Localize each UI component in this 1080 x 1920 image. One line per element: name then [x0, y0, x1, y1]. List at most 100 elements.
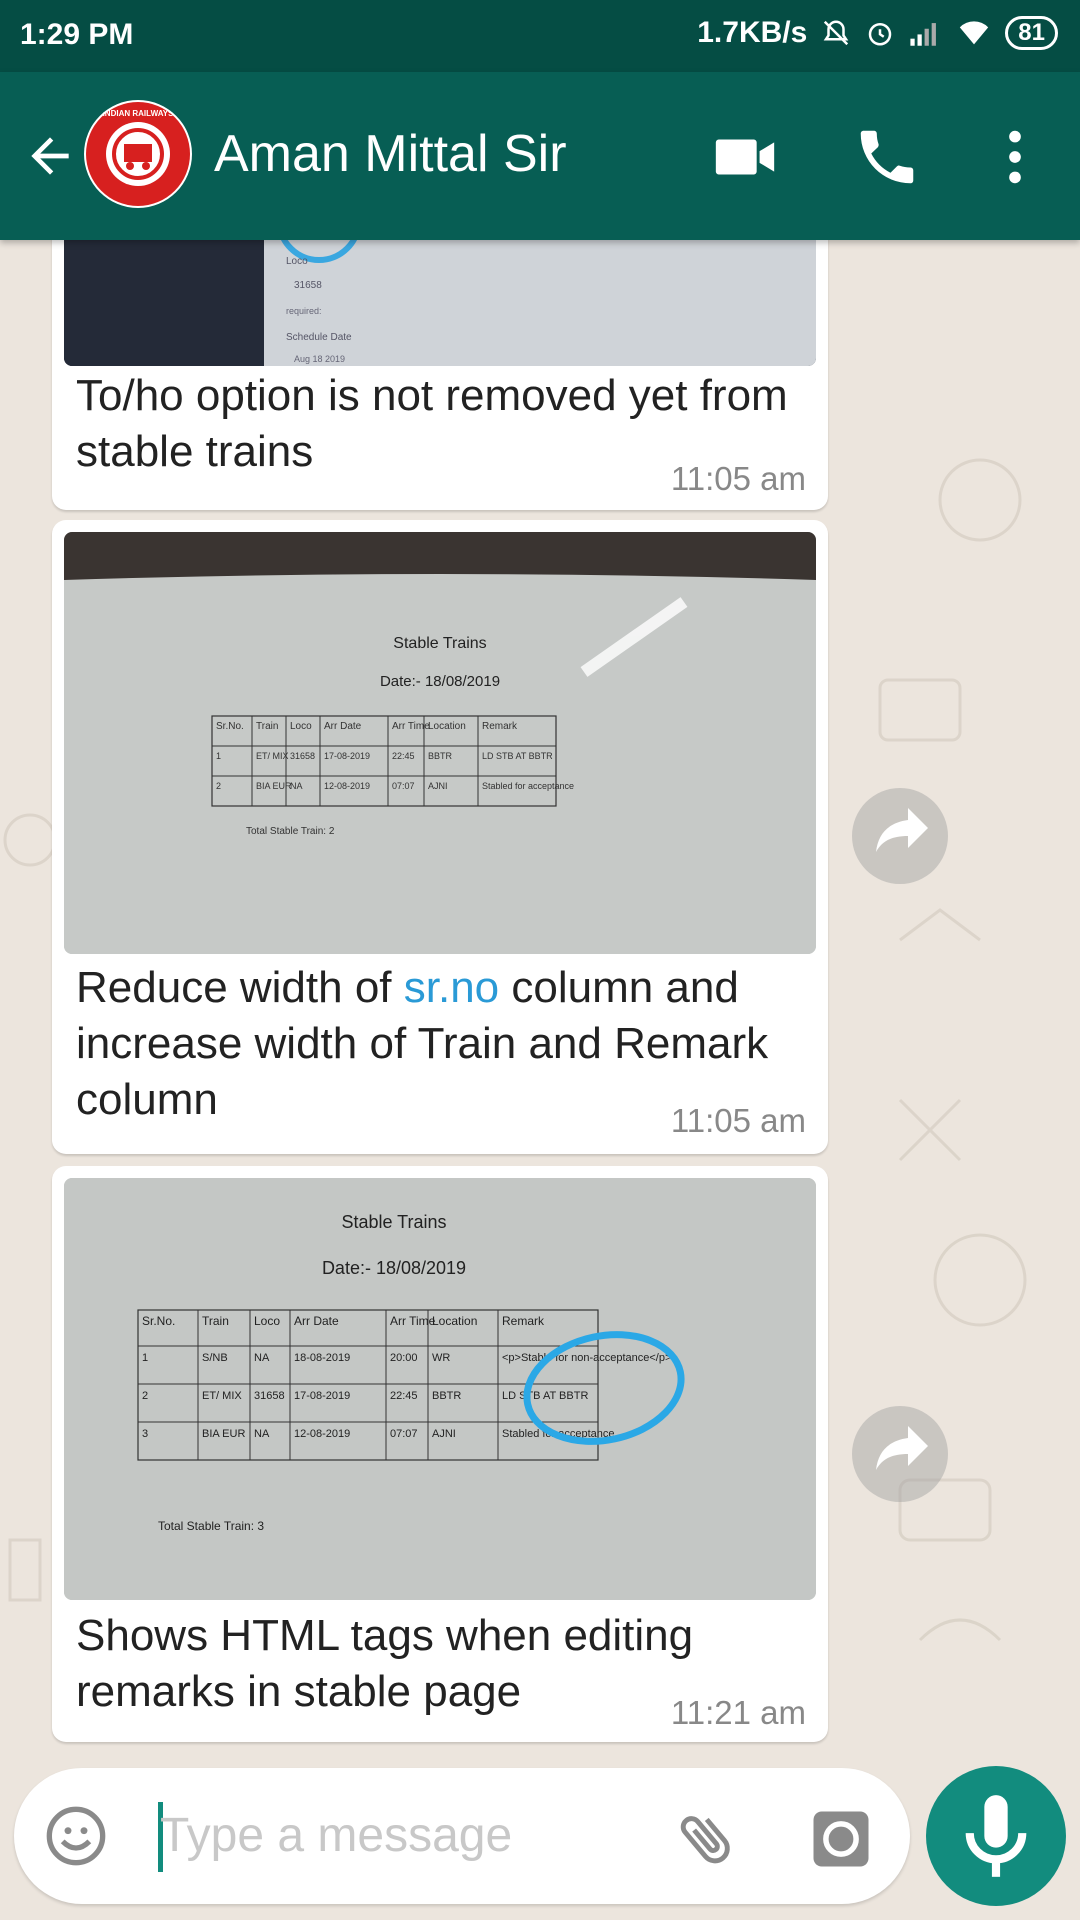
- forward-icon: [876, 1426, 928, 1470]
- back-arrow-icon[interactable]: [22, 128, 78, 184]
- table-cell: AJNI: [428, 781, 448, 791]
- table-cell: 17-08-2019: [324, 751, 370, 761]
- photo-content: Stable Trains Date:- 18/08/2019 Sr.No. Tr…: [64, 1178, 816, 1600]
- table-cell: 12-08-2019: [324, 781, 370, 791]
- more-vert-icon[interactable]: [980, 122, 1050, 192]
- photo-text: 31658: [294, 280, 322, 291]
- caption-link[interactable]: sr.no: [404, 963, 499, 1012]
- mic-icon: [965, 1795, 1027, 1877]
- table-cell: 18-08-2019: [294, 1352, 350, 1364]
- photo-total: Total Stable Train: 2: [246, 826, 335, 837]
- alarm-icon: [869, 23, 892, 46]
- table-cell: 31658: [290, 751, 315, 761]
- signal-icon: [910, 23, 937, 46]
- table-cell: 22:45: [390, 1390, 418, 1402]
- table-cell: 3: [142, 1428, 148, 1440]
- message-bubble[interactable]: Stable Trains Date:- 18/08/2019 Sr.No. Tr…: [52, 520, 828, 1154]
- chat-area[interactable]: Loco 31658 required: Schedule Date Aug 1…: [0, 240, 1080, 1770]
- table-cell: 2: [216, 781, 221, 791]
- table-cell: <p>Stable for non-acceptance</p>: [502, 1352, 671, 1364]
- message-time: 11:05 am: [670, 1102, 806, 1139]
- avatar-text: INDIAN RAILWAYS: [103, 109, 174, 118]
- table-cell: BBTR: [432, 1390, 461, 1402]
- photo-total: Total Stable Train: 3: [158, 1519, 264, 1533]
- photo-title: Stable Trains: [341, 1212, 446, 1232]
- photo-text: Aug 18 2019: [294, 354, 345, 364]
- mute-bell-icon: [823, 20, 849, 46]
- table-cell: BIA EUR: [256, 781, 292, 791]
- message-photo[interactable]: Stable Trains Date:- 18/08/2019 Sr.No. Tr…: [64, 1178, 816, 1600]
- message-bubble[interactable]: Loco 31658 required: Schedule Date Aug 1…: [52, 240, 828, 510]
- table-header-cell: Location: [432, 1314, 477, 1328]
- emoji-icon[interactable]: [44, 1804, 108, 1868]
- indian-railways-logo: INDIAN RAILWAYS: [86, 102, 190, 206]
- table-cell: 1: [216, 751, 221, 761]
- table-header-cell: Location: [428, 721, 466, 732]
- photo-content: Stable Trains Date:- 18/08/2019 Sr.No. Tr…: [64, 532, 816, 954]
- network-speed: 1.7KB/s: [697, 16, 808, 49]
- table-header-cell: Remark: [502, 1314, 545, 1328]
- table-header-cell: Arr Date: [324, 721, 362, 732]
- contact-name[interactable]: Aman Mittal Sir: [214, 124, 567, 184]
- table-cell: LD STB AT BBTR: [482, 751, 553, 761]
- photo-date: Date:- 18/08/2019: [322, 1258, 466, 1278]
- table-header-cell: Train: [256, 721, 278, 732]
- table-cell: WR: [432, 1352, 450, 1364]
- table-header-cell: Arr Time: [390, 1314, 436, 1328]
- phone-icon[interactable]: [852, 122, 922, 192]
- avatar[interactable]: INDIAN RAILWAYS: [84, 100, 192, 208]
- message-time: 11:21 am: [670, 1694, 806, 1731]
- table-cell: NA: [290, 781, 303, 791]
- camera-icon[interactable]: [808, 1806, 874, 1872]
- table-cell: 22:45: [392, 751, 415, 761]
- table-cell: S/NB: [202, 1352, 228, 1364]
- table-cell: LD STB AT BBTR: [502, 1390, 588, 1402]
- status-time: 1:29 PM: [20, 18, 134, 51]
- status-bar: 1:29 PM 1.7KB/s 81: [0, 0, 1080, 72]
- photo-text: Schedule Date: [286, 332, 352, 343]
- table-header-cell: Remark: [482, 721, 518, 732]
- table-cell: BBTR: [428, 751, 453, 761]
- table-header-cell: Loco: [254, 1314, 280, 1328]
- table-header-cell: Sr.No.: [142, 1314, 175, 1328]
- video-call-icon[interactable]: [710, 122, 780, 192]
- message-input-bar[interactable]: Type a message: [14, 1768, 910, 1904]
- forward-icon: [876, 808, 928, 852]
- table-cell: 07:07: [390, 1428, 418, 1440]
- table-cell: 1: [142, 1352, 148, 1364]
- attach-icon[interactable]: [674, 1806, 740, 1872]
- table-cell: 2: [142, 1390, 148, 1402]
- chat-header: INDIAN RAILWAYS Aman Mittal Sir: [0, 72, 1080, 240]
- mic-button[interactable]: [926, 1766, 1066, 1906]
- table-header-cell: Sr.No.: [216, 721, 244, 732]
- photo-text: required:: [286, 306, 322, 316]
- table-cell: 20:00: [390, 1352, 418, 1364]
- table-cell: 31658: [254, 1390, 285, 1402]
- message-photo[interactable]: Stable Trains Date:- 18/08/2019 Sr.No. Tr…: [64, 532, 816, 954]
- table-cell: AJNI: [432, 1428, 456, 1440]
- message-time: 11:05 am: [670, 460, 806, 497]
- wifi-icon: [960, 21, 989, 45]
- photo-text: Loco: [286, 256, 308, 267]
- photo-date: Date:- 18/08/2019: [380, 673, 500, 690]
- message-bubble[interactable]: Stable Trains Date:- 18/08/2019 Sr.No. Tr…: [52, 1166, 828, 1742]
- photo-content: Loco 31658 required: Schedule Date Aug 1…: [64, 240, 816, 366]
- table-cell: NA: [254, 1428, 270, 1440]
- forward-button[interactable]: [852, 788, 948, 884]
- table-cell: ET/ MIX: [202, 1390, 242, 1402]
- table-cell: 07:07: [392, 781, 415, 791]
- table-cell: Stabled for acceptance: [482, 781, 574, 791]
- table-cell: NA: [254, 1352, 270, 1364]
- caption-text: Reduce width of: [76, 963, 404, 1012]
- table-cell: BIA EUR: [202, 1428, 245, 1440]
- table-cell: 12-08-2019: [294, 1428, 350, 1440]
- table-cell: ET/ MIX: [256, 751, 289, 761]
- message-input[interactable]: Type a message: [160, 1808, 512, 1863]
- message-photo[interactable]: Loco 31658 required: Schedule Date Aug 1…: [64, 240, 816, 366]
- table-header-cell: Arr Date: [294, 1314, 339, 1328]
- forward-button[interactable]: [852, 1406, 948, 1502]
- table-header-cell: Train: [202, 1314, 229, 1328]
- battery-indicator: 81: [1005, 16, 1058, 50]
- table-cell: 17-08-2019: [294, 1390, 350, 1402]
- table-header-cell: Loco: [290, 721, 312, 732]
